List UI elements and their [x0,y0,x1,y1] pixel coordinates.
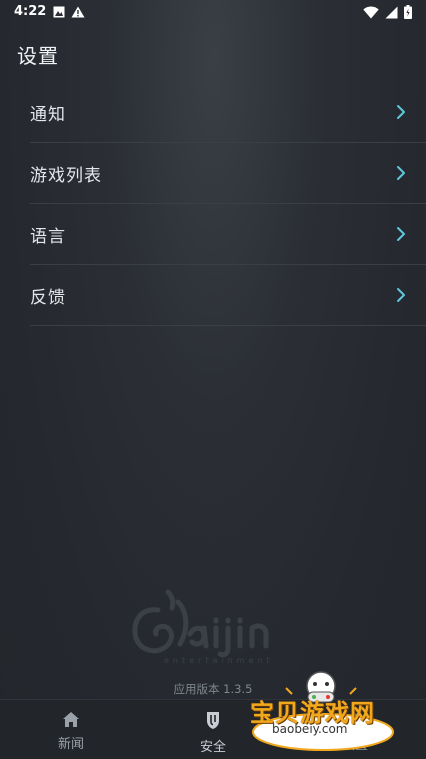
settings-item-game-list[interactable]: 游戏列表 [30,143,426,204]
chevron-right-icon [397,288,405,302]
gaijin-entertainment-logo: entertainment [132,589,270,665]
chevron-right-icon [397,105,405,119]
signal-icon [385,6,398,18]
shield-icon [207,712,219,729]
warning-icon [71,6,85,18]
settings-item-label: 游戏列表 [30,165,102,186]
status-bar: 4:22 [0,0,426,26]
chevron-right-icon [397,227,405,241]
settings-screen: 4:22 设置 通知 游戏列表 语言 反馈 entertainment 应用版本… [0,0,426,759]
baobeiy-watermark-url: baobeiy.com [272,722,348,736]
home-icon [63,712,79,727]
settings-item-language[interactable]: 语言 [30,204,426,265]
settings-list: 通知 游戏列表 语言 反馈 [30,82,426,326]
image-notification-icon [53,6,65,18]
page-title: 设置 [17,44,59,68]
settings-item-label: 反馈 [30,287,66,308]
battery-icon [404,5,412,19]
chevron-right-icon [397,166,405,180]
nav-tab-news[interactable]: 新闻 [0,700,142,759]
status-notification-icons [53,6,85,18]
wifi-icon [363,6,379,18]
nav-label: 新闻 [57,737,84,752]
settings-item-feedback[interactable]: 反馈 [30,265,426,326]
status-time: 4:22 [14,4,47,19]
settings-item-label: 语言 [30,226,66,247]
status-system-icons [363,5,412,19]
settings-item-label: 通知 [30,104,66,125]
settings-item-notifications[interactable]: 通知 [30,82,426,143]
